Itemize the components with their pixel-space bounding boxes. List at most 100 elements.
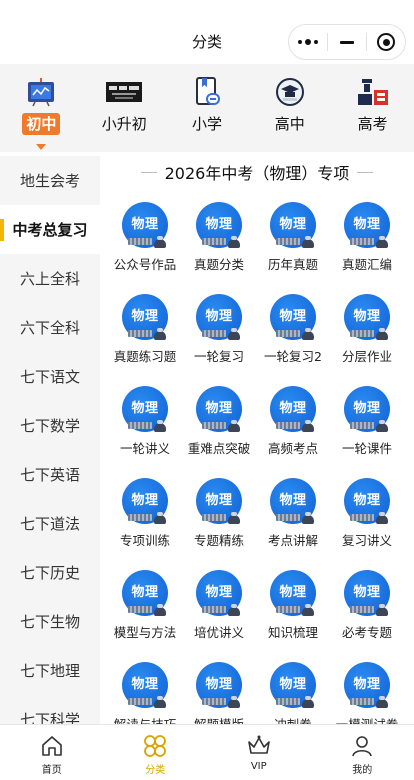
resource-tile[interactable]: 物理 真题分类 — [182, 198, 256, 290]
divider — [357, 171, 374, 173]
tab-gaozhong[interactable]: 高中 — [248, 64, 331, 152]
resource-tile[interactable]: 物理 一轮复习 — [182, 290, 256, 382]
graduation-cap-icon — [302, 236, 314, 248]
resource-tile[interactable]: 物理 专项训练 — [108, 474, 182, 566]
resource-tile[interactable]: 物理 重难点突破 — [182, 382, 256, 474]
tab-xiaoxue[interactable]: 小学 — [166, 64, 249, 152]
sidebar-item-qixia-yingyu[interactable]: 七下英语 — [0, 450, 100, 499]
tile-icon-text: 物理 — [131, 492, 159, 508]
graduation-cap-icon — [376, 696, 388, 708]
sidebar-item-qixia-daofa[interactable]: 七下道法 — [0, 499, 100, 548]
resource-tile[interactable]: 物理解题模版 — [182, 658, 256, 724]
tab-xiaoshengchu[interactable]: 小升初 — [83, 64, 166, 152]
tab-chuzhong[interactable]: 初中 — [0, 64, 83, 152]
physics-icon: 物理 — [122, 294, 168, 340]
banner-decoration — [276, 514, 300, 521]
physics-icon: 物理 — [344, 662, 390, 708]
graduation-cap-icon — [228, 236, 240, 248]
crown-icon — [246, 733, 272, 759]
main-content: 2026年中考（物理）专项 物理 公众号作品 物理 真题分类 物理 历年真题 物理 真题汇编物… — [100, 152, 414, 724]
gaokao-logo-icon — [355, 76, 391, 108]
tile-icon-text: 物理 — [353, 584, 381, 600]
more-button[interactable] — [289, 25, 327, 59]
resource-tile[interactable]: 物理一模测试卷 — [330, 658, 404, 724]
resource-tile[interactable]: 物理 专题精练 — [182, 474, 256, 566]
tab-label: 高中 — [274, 115, 305, 133]
nav-vip[interactable]: VIP — [207, 725, 311, 780]
physics-icon: 物理 — [196, 294, 242, 340]
tile-icon-text: 物理 — [279, 216, 307, 232]
tile-icon-text: 物理 — [353, 308, 381, 324]
resource-grid: 物理 公众号作品 物理 真题分类 物理 历年真题 物理 真题汇编 物理 真题练习题 物理 一轮复习 物理… — [100, 198, 414, 724]
tab-label: 初中 — [22, 113, 61, 135]
tile-label: 专项训练 — [119, 533, 170, 548]
resource-tile[interactable]: 物理 真题汇编 — [330, 198, 404, 290]
tile-icon-text: 物理 — [279, 308, 307, 324]
tile-label: 真题练习题 — [113, 349, 177, 364]
resource-tile[interactable]: 物理冲刺卷 — [256, 658, 330, 724]
tile-icon-text: 物理 — [205, 676, 233, 692]
tile-label: 历年真题 — [267, 257, 318, 272]
tab-gaokao[interactable]: 高考 — [331, 64, 414, 152]
sidebar-item-zhongkao-zongfuxi[interactable]: 中考总复习 — [0, 205, 100, 254]
tile-icon-text: 物理 — [205, 584, 233, 600]
sidebar-item-liuxia-quanke[interactable]: 六下全科 — [0, 303, 100, 352]
resource-tile[interactable]: 物理 真题练习题 — [108, 290, 182, 382]
banner-decoration — [350, 514, 374, 521]
nav-mine[interactable]: 我的 — [311, 725, 414, 780]
section-title: 2026年中考（物理）专项 — [164, 164, 350, 183]
sidebar-item-qixia-shengwu[interactable]: 七下生物 — [0, 597, 100, 646]
graduation-cap-icon — [376, 512, 388, 524]
banner-decoration — [128, 606, 152, 613]
tile-icon-text: 物理 — [279, 676, 307, 692]
tile-icon-text: 物理 — [279, 492, 307, 508]
graduation-cap-icon — [302, 328, 314, 340]
physics-icon: 物理 — [270, 386, 316, 432]
resource-tile[interactable]: 物理解读与技巧 — [108, 658, 182, 724]
more-dots-icon — [298, 39, 318, 45]
tile-label: 一轮复习 — [193, 349, 244, 364]
resource-tile[interactable]: 物理 模型与方法 — [108, 566, 182, 658]
resource-tile[interactable]: 物理 考点讲解 — [256, 474, 330, 566]
resource-tile[interactable]: 物理 一轮课件 — [330, 382, 404, 474]
physics-icon: 物理 — [270, 202, 316, 248]
sidebar-item-liushang-quanke[interactable]: 六上全科 — [0, 254, 100, 303]
nav-category[interactable]: 分类 — [104, 725, 208, 780]
resource-tile[interactable]: 物理 必考专题 — [330, 566, 404, 658]
sidebar-item-qixia-lishi[interactable]: 七下历史 — [0, 548, 100, 597]
graduation-cap-icon — [228, 420, 240, 432]
nav-home[interactable]: 首页 — [0, 725, 104, 780]
sidebar-item-qixia-yuwen[interactable]: 七下语文 — [0, 352, 100, 401]
tile-label: 模型与方法 — [113, 625, 177, 640]
target-icon — [377, 33, 395, 51]
tab-label: 高考 — [357, 115, 388, 133]
resource-tile[interactable]: 物理 一轮复习2 — [256, 290, 330, 382]
resource-tile[interactable]: 物理 知识梳理 — [256, 566, 330, 658]
sidebar-item-qixia-shuxue[interactable]: 七下数学 — [0, 401, 100, 450]
graduation-cap-icon — [302, 696, 314, 708]
banner-decoration — [202, 422, 226, 429]
user-icon — [349, 733, 375, 759]
graduation-cap-icon — [228, 696, 240, 708]
tile-label: 一模测试卷 — [336, 714, 399, 724]
resource-tile[interactable]: 物理 公众号作品 — [108, 198, 182, 290]
sidebar-item-qixia-dili[interactable]: 七下地理 — [0, 646, 100, 695]
banner-decoration — [350, 422, 374, 429]
close-miniprogram-button[interactable] — [367, 25, 405, 59]
banner-decoration — [128, 330, 152, 337]
sidebar-item-disheng-huikao[interactable]: 地生会考 — [0, 156, 100, 205]
resource-tile[interactable]: 物理 一轮讲义 — [108, 382, 182, 474]
banner-decoration — [202, 238, 226, 245]
nav-label: 首页 — [41, 765, 62, 776]
graduation-cap-icon — [154, 328, 166, 340]
resource-tile[interactable]: 物理 复习讲义 — [330, 474, 404, 566]
graduation-cap-icon — [228, 604, 240, 616]
resource-tile[interactable]: 物理 培优讲义 — [182, 566, 256, 658]
resource-tile[interactable]: 物理 分层作业 — [330, 290, 404, 382]
tile-icon-text: 物理 — [353, 676, 381, 692]
divider — [140, 171, 157, 173]
resource-tile[interactable]: 物理 高频考点 — [256, 382, 330, 474]
minimize-button[interactable] — [328, 25, 366, 59]
resource-tile[interactable]: 物理 历年真题 — [256, 198, 330, 290]
sidebar-item-qixia-kexue[interactable]: 七下科学 — [0, 695, 100, 724]
